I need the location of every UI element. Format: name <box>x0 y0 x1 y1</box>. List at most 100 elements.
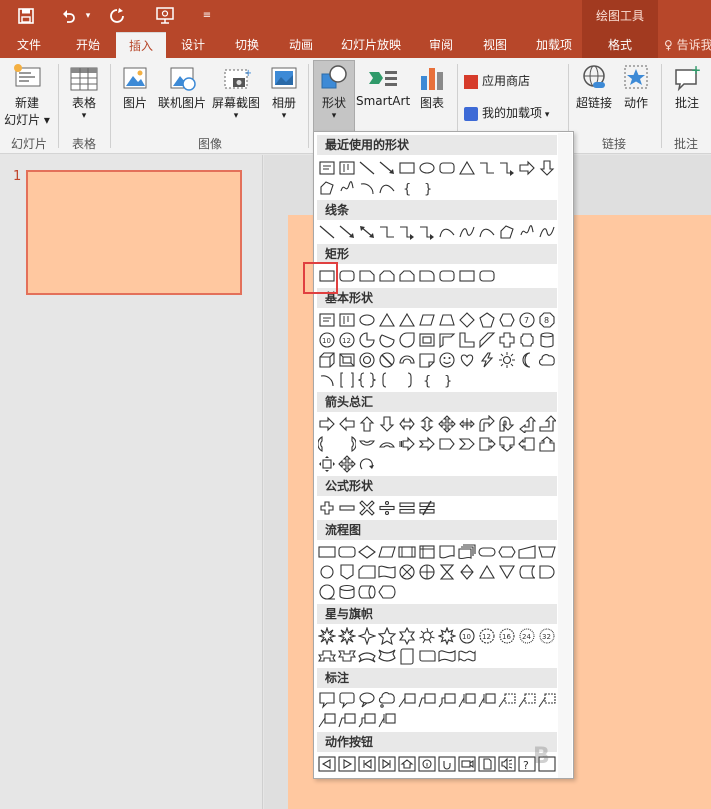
sun-shape-icon[interactable] <box>498 351 516 369</box>
elbow-shape-icon[interactable] <box>478 159 496 177</box>
tab-addins[interactable]: 加载项 <box>526 32 582 58</box>
rrect-shape-icon[interactable] <box>438 267 456 285</box>
decision-shape-icon[interactable] <box>358 543 376 561</box>
linecallout2-shape-icon[interactable] <box>338 711 356 729</box>
lrudarrow-shape-icon[interactable] <box>458 415 476 433</box>
curveleft-shape-icon[interactable] <box>338 435 356 453</box>
bordercallout-shape-icon[interactable] <box>518 691 536 709</box>
freeform-shape-icon[interactable] <box>498 223 516 241</box>
magdisk-shape-icon[interactable] <box>338 583 356 601</box>
tab-insert[interactable]: 插入 <box>116 32 166 58</box>
uturn-shape-icon[interactable] <box>498 415 516 433</box>
moon-shape-icon[interactable] <box>518 351 536 369</box>
rrect-shape-icon[interactable] <box>478 267 496 285</box>
star6-shape-icon[interactable] <box>398 627 416 645</box>
linecallout3-shape-icon[interactable] <box>358 711 376 729</box>
snip2-shape-icon[interactable] <box>378 267 396 285</box>
lbracket2-shape-icon[interactable] <box>378 371 396 389</box>
table-button[interactable]: 表格 ▾ <box>63 62 105 121</box>
round1-shape-icon[interactable] <box>418 267 436 285</box>
process-shape-icon[interactable] <box>318 543 336 561</box>
terminator-shape-icon[interactable] <box>478 543 496 561</box>
wavefl-shape-icon[interactable] <box>438 647 456 665</box>
wave-shape-icon[interactable] <box>538 223 556 241</box>
linecallout2-shape-icon[interactable] <box>418 691 436 709</box>
rect-shape-icon[interactable] <box>398 159 416 177</box>
curveright-shape-icon[interactable] <box>318 435 336 453</box>
curve-shape-icon[interactable] <box>478 223 496 241</box>
parallelogram-shape-icon[interactable] <box>418 311 436 329</box>
minusop-shape-icon[interactable] <box>338 499 356 517</box>
actmovie-shape-icon[interactable] <box>458 755 476 773</box>
cloud-shape-icon[interactable] <box>538 351 556 369</box>
slide-thumbnail[interactable] <box>26 170 242 295</box>
star10-shape-icon[interactable]: 10 <box>458 627 476 645</box>
dec10-shape-icon[interactable]: 10 <box>318 331 336 349</box>
tab-home[interactable]: 开始 <box>63 32 113 58</box>
diamond-shape-icon[interactable] <box>458 311 476 329</box>
shapes-button[interactable]: 形状 ▾ <box>313 62 355 121</box>
plus-shape-icon[interactable] <box>498 331 516 349</box>
dblbrace-shape-icon[interactable] <box>358 371 376 389</box>
halfframe-shape-icon[interactable] <box>438 331 456 349</box>
equalop-shape-icon[interactable] <box>398 499 416 517</box>
dec12-shape-icon[interactable]: 12 <box>338 331 356 349</box>
heart-shape-icon[interactable] <box>458 351 476 369</box>
oval-shape-icon[interactable] <box>418 159 436 177</box>
chart-button[interactable]: 图表 <box>412 62 452 111</box>
directaccess-shape-icon[interactable] <box>358 583 376 601</box>
internal-shape-icon[interactable] <box>418 543 436 561</box>
actinfo-shape-icon[interactable] <box>418 755 436 773</box>
star32-shape-icon[interactable]: 32 <box>538 627 556 645</box>
screenshot-button[interactable]: + 屏幕截图 ▾ <box>209 62 263 121</box>
present-icon[interactable] <box>152 5 178 27</box>
curvedown-shape-icon[interactable] <box>378 435 396 453</box>
actreturn-shape-icon[interactable] <box>438 755 456 773</box>
snip2-shape-icon[interactable] <box>398 267 416 285</box>
actend-shape-icon[interactable] <box>378 755 396 773</box>
hexagon-shape-icon[interactable] <box>498 311 516 329</box>
my-addins-button[interactable]: 我的加载项 ▾ <box>464 104 564 121</box>
line-shape-icon[interactable] <box>318 223 336 241</box>
vscroll-shape-icon[interactable] <box>398 647 416 665</box>
triangle-shape-icon[interactable] <box>378 311 396 329</box>
darrow-shape-icon[interactable] <box>378 415 396 433</box>
actfwd-shape-icon[interactable] <box>338 755 356 773</box>
arc-shape-icon[interactable] <box>318 371 336 389</box>
action-button[interactable]: 动作 <box>617 62 655 111</box>
textbox-shape-icon[interactable] <box>318 311 336 329</box>
curveup-shape-icon[interactable] <box>358 435 376 453</box>
elbow-shape-icon[interactable] <box>378 223 396 241</box>
pentagon-shape-icon[interactable] <box>478 311 496 329</box>
scribble-shape-icon[interactable] <box>338 179 356 197</box>
accentcallout-shape-icon[interactable] <box>458 691 476 709</box>
redo-icon[interactable] <box>106 5 128 27</box>
lrarrow-shape-icon[interactable] <box>398 415 416 433</box>
tab-file[interactable]: 文件 <box>5 32 53 58</box>
storeddata-shape-icon[interactable] <box>518 563 536 581</box>
star12-shape-icon[interactable]: 12 <box>478 627 496 645</box>
cloudcallout-shape-icon[interactable] <box>378 691 396 709</box>
accentcallout-shape-icon[interactable] <box>378 711 396 729</box>
vtextbox-shape-icon[interactable] <box>338 159 356 177</box>
notchedright-shape-icon[interactable] <box>418 435 436 453</box>
lightning-shape-icon[interactable] <box>478 351 496 369</box>
rrect-shape-icon[interactable] <box>338 267 356 285</box>
star24-shape-icon[interactable]: 24 <box>518 627 536 645</box>
actbegin-shape-icon[interactable] <box>358 755 376 773</box>
chevron-shape-icon[interactable] <box>458 435 476 453</box>
donut-shape-icon[interactable] <box>358 351 376 369</box>
ucallout-shape-icon[interactable] <box>538 435 556 453</box>
rarrow-shape-icon[interactable] <box>518 159 536 177</box>
divop-shape-icon[interactable] <box>378 499 396 517</box>
lcallout-shape-icon[interactable] <box>518 435 536 453</box>
smiley-shape-icon[interactable] <box>438 351 456 369</box>
curvedribbonup-shape-icon[interactable] <box>358 647 376 665</box>
manualop-shape-icon[interactable] <box>538 543 556 561</box>
quadarrow-shape-icon[interactable] <box>338 455 356 473</box>
tab-animations[interactable]: 动画 <box>276 32 326 58</box>
bracer-shape-icon[interactable]: } <box>438 371 456 389</box>
manualinput-shape-icon[interactable] <box>518 543 536 561</box>
online-picture-button[interactable]: 联机图片 <box>156 62 208 111</box>
neqop-shape-icon[interactable] <box>418 499 436 517</box>
